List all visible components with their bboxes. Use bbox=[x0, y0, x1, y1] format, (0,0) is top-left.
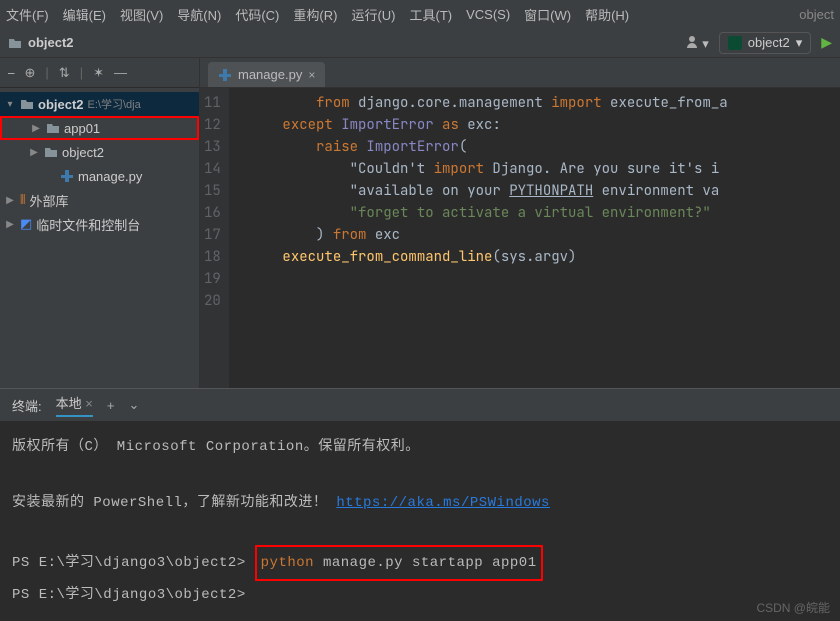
code-area[interactable]: 11121314151617181920 from django.core.ma… bbox=[200, 88, 840, 388]
code-content[interactable]: from django.core.management import execu… bbox=[229, 88, 728, 388]
menu-edit[interactable]: 编辑(E) bbox=[63, 5, 106, 24]
menu-right-text: object bbox=[799, 7, 834, 22]
collapse-icon[interactable]: — bbox=[114, 65, 127, 80]
scratch-icon: ◩ bbox=[20, 216, 32, 232]
menu-tools[interactable]: 工具(T) bbox=[409, 5, 452, 24]
chevron-right-icon[interactable]: ▶ bbox=[4, 219, 16, 230]
navbar: object2 ▾ object2 ▾ ▶ bbox=[0, 28, 840, 58]
libraries-icon: ⫴ bbox=[20, 192, 25, 208]
tree-scratches[interactable]: ▶ ◩ 临时文件和控制台 bbox=[0, 212, 199, 236]
terminal-cmd-python: python bbox=[261, 555, 314, 571]
chevron-down-icon[interactable]: ▾ bbox=[4, 99, 16, 110]
tree-item-label: app01 bbox=[64, 121, 100, 136]
folder-icon bbox=[44, 145, 58, 159]
sidebar-toggle-icon[interactable]: ⎯ bbox=[8, 65, 15, 81]
editor-tab-manage-py[interactable]: manage.py × bbox=[208, 62, 325, 87]
python-icon bbox=[218, 68, 232, 82]
terminal-prompt-line: PS E:\学习\django3\object2> bbox=[12, 581, 828, 609]
menu-view[interactable]: 视图(V) bbox=[120, 5, 163, 24]
tree-item-app01[interactable]: ▶ app01 bbox=[0, 116, 199, 140]
project-sidebar: ⎯ ⊕ | ⇅ | ✶ — ▾ object2 E:\学习\dja ▶ app0… bbox=[0, 58, 200, 388]
sidebar-toolbar: ⎯ ⊕ | ⇅ | ✶ — bbox=[0, 58, 199, 88]
close-icon[interactable]: × bbox=[308, 68, 315, 82]
tree-root-path: E:\学习\dja bbox=[88, 96, 141, 112]
terminal-title: 终端: bbox=[12, 396, 42, 415]
run-config-selector[interactable]: object2 ▾ bbox=[719, 32, 811, 54]
run-button[interactable]: ▶ bbox=[821, 34, 832, 51]
menu-nav[interactable]: 导航(N) bbox=[177, 5, 221, 24]
chevron-right-icon[interactable]: ▶ bbox=[30, 123, 42, 134]
terminal-panel: 终端: 本地 × + ⌄ 版权所有（C） Microsoft Corporati… bbox=[0, 388, 840, 621]
python-icon bbox=[60, 169, 74, 183]
folder-icon bbox=[20, 97, 34, 111]
target-icon[interactable]: ⊕ bbox=[25, 65, 36, 81]
menu-help[interactable]: 帮助(H) bbox=[585, 5, 629, 24]
breadcrumb[interactable]: object2 bbox=[8, 35, 74, 50]
menu-file[interactable]: 文件(F) bbox=[6, 5, 49, 24]
chevron-right-icon[interactable]: ▶ bbox=[4, 195, 16, 206]
tab-filename: manage.py bbox=[238, 67, 302, 82]
watermark: CSDN @皖能 bbox=[756, 599, 830, 616]
terminal-tab-local[interactable]: 本地 × bbox=[56, 393, 93, 417]
expand-icon[interactable]: ⇅ bbox=[59, 65, 70, 81]
tree-root[interactable]: ▾ object2 E:\学习\dja bbox=[0, 92, 199, 116]
run-config-name: object2 bbox=[748, 35, 790, 50]
chevron-right-icon[interactable]: ▶ bbox=[28, 147, 40, 158]
menu-run[interactable]: 运行(U) bbox=[351, 5, 395, 24]
tree-item-object2[interactable]: ▶ object2 bbox=[0, 140, 199, 164]
gear-icon[interactable]: ✶ bbox=[93, 65, 104, 81]
close-icon[interactable]: × bbox=[85, 396, 93, 411]
editor-tabs: manage.py × bbox=[200, 58, 840, 88]
terminal-cmd-args: manage.py startapp app01 bbox=[314, 555, 537, 571]
tree-root-name: object2 bbox=[38, 97, 84, 112]
tree-item-label: 临时文件和控制台 bbox=[36, 215, 140, 234]
breadcrumb-project: object2 bbox=[28, 35, 74, 50]
user-icon[interactable]: ▾ bbox=[685, 34, 709, 52]
folder-icon bbox=[46, 121, 60, 135]
tree-item-label: manage.py bbox=[78, 169, 142, 184]
tree-item-label: 外部库 bbox=[29, 191, 68, 210]
terminal-prompt: PS E:\学习\django3\object2> bbox=[12, 555, 246, 571]
tree-external-libs[interactable]: ▶ ⫴ 外部库 bbox=[0, 188, 199, 212]
folder-icon bbox=[8, 36, 22, 50]
menu-window[interactable]: 窗口(W) bbox=[524, 5, 571, 24]
terminal-output[interactable]: 版权所有（C） Microsoft Corporation。保留所有权利。 安装… bbox=[0, 421, 840, 621]
project-tree: ▾ object2 E:\学习\dja ▶ app01 ▶ object2 ma… bbox=[0, 88, 199, 240]
divider-icon: | bbox=[45, 65, 48, 80]
ps-link[interactable]: https://aka.ms/PSWindows bbox=[336, 495, 550, 511]
menu-code[interactable]: 代码(C) bbox=[235, 5, 279, 24]
menu-bar: 文件(F) 编辑(E) 视图(V) 导航(N) 代码(C) 重构(R) 运行(U… bbox=[0, 0, 840, 28]
django-icon bbox=[728, 36, 742, 50]
terminal-command-line: PS E:\学习\django3\object2> python manage.… bbox=[12, 545, 828, 581]
terminal-tabs: 终端: 本地 × + ⌄ bbox=[0, 389, 840, 421]
chevron-down-icon: ▾ bbox=[796, 35, 803, 51]
tree-item-manage-py[interactable]: manage.py bbox=[0, 164, 199, 188]
terminal-line: 安装最新的 PowerShell，了解新功能和改进！ https://aka.m… bbox=[12, 489, 828, 517]
editor: manage.py × 11121314151617181920 from dj… bbox=[200, 58, 840, 388]
tree-item-label: object2 bbox=[62, 145, 104, 160]
terminal-line: 版权所有（C） Microsoft Corporation。保留所有权利。 bbox=[12, 433, 828, 461]
menu-refactor[interactable]: 重构(R) bbox=[293, 5, 337, 24]
add-terminal-button[interactable]: + bbox=[107, 398, 115, 413]
divider-icon: | bbox=[80, 65, 83, 80]
line-gutter: 11121314151617181920 bbox=[200, 88, 229, 388]
dropdown-icon[interactable]: ⌄ bbox=[128, 397, 139, 413]
menu-vcs[interactable]: VCS(S) bbox=[466, 7, 510, 22]
